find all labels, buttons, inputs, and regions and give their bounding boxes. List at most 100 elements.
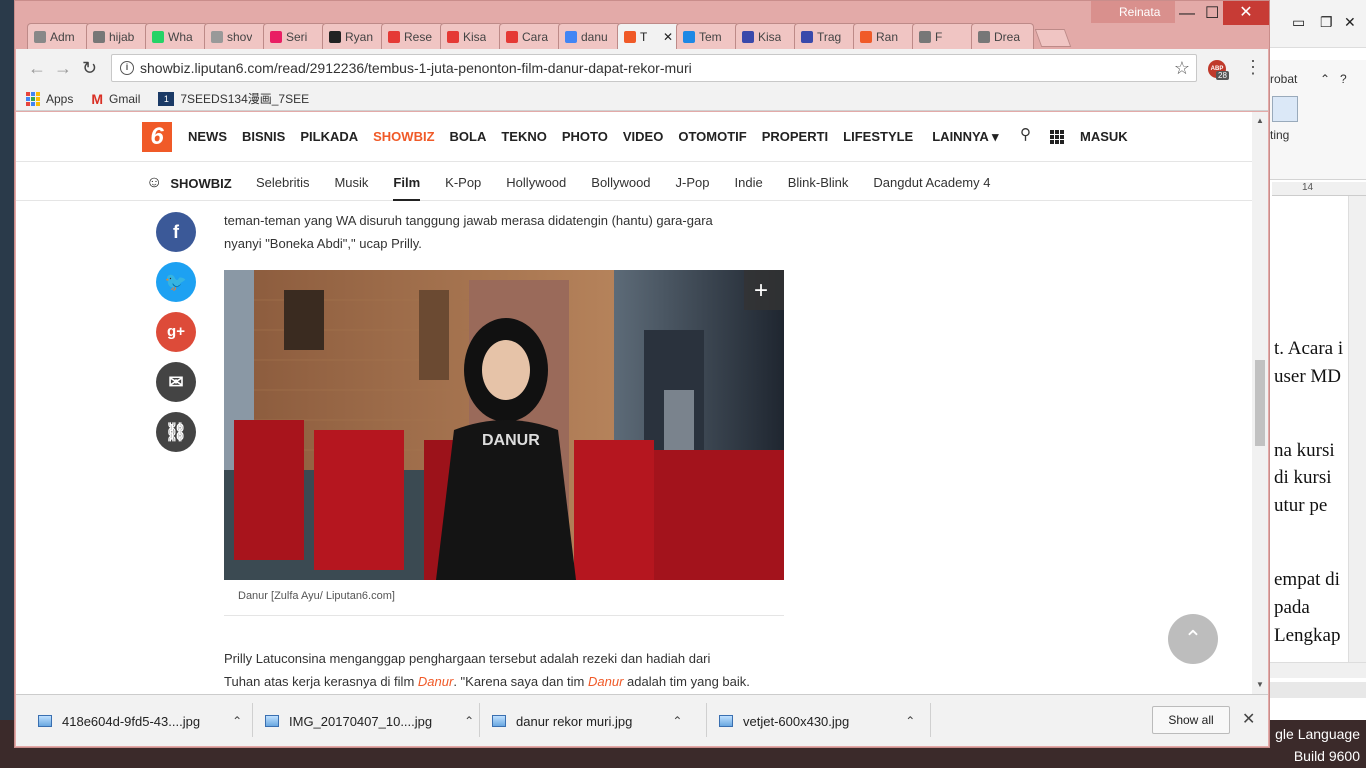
subnav-bollywood[interactable]: Bollywood (591, 175, 650, 201)
liputan6-logo[interactable]: 6 (142, 122, 172, 152)
page-scrollbar[interactable]: ▲ ▼ (1252, 112, 1268, 694)
grid-menu-icon[interactable] (1050, 130, 1064, 144)
film-title-link[interactable]: Danur (588, 674, 623, 689)
browser-tab[interactable]: Adm (27, 23, 90, 49)
article-photo[interactable]: DANUR + (224, 270, 784, 580)
nav-otomotif[interactable]: OTOMOTIF (678, 129, 746, 145)
nav-properti[interactable]: PROPERTI (762, 129, 828, 145)
subnav-indie[interactable]: Indie (735, 175, 763, 201)
show-all-button[interactable]: Show all (1152, 706, 1230, 734)
nav-news[interactable]: NEWS (188, 129, 227, 145)
browser-tab[interactable]: danu (558, 23, 621, 49)
browser-tab[interactable]: Ryan (322, 23, 385, 49)
nav-pilkada[interactable]: PILKADA (300, 129, 358, 145)
nav-showbiz[interactable]: SHOWBIZ (373, 129, 434, 145)
nav-photo[interactable]: PHOTO (562, 129, 608, 145)
share-twitter-icon[interactable]: 🐦 (156, 262, 196, 302)
expand-icon[interactable]: + (754, 277, 768, 304)
maximize-icon[interactable]: ☐ (1205, 3, 1219, 23)
chevron-up-icon[interactable]: ⌃ (905, 714, 915, 728)
tab-close-icon[interactable]: ✕ (663, 30, 673, 44)
browser-tab[interactable]: Ran (853, 23, 916, 49)
tab-favicon-icon (93, 30, 105, 43)
back-icon[interactable]: ← (28, 58, 46, 79)
chevron-up-icon[interactable]: ⌃ (464, 714, 474, 728)
browser-tab[interactable]: Kisa (440, 23, 503, 49)
browser-tab[interactable]: Seri (263, 23, 326, 49)
browser-tab[interactable]: Tem (676, 23, 739, 49)
article-text-line: Prilly Latuconsina menganggap penghargaa… (224, 651, 711, 666)
subnav-jpop[interactable]: J-Pop (676, 175, 710, 201)
help-icon[interactable]: ? (1340, 72, 1347, 86)
new-tab-button[interactable] (1034, 29, 1072, 47)
close-icon[interactable]: ✕ (1344, 14, 1356, 31)
forward-icon[interactable]: → (54, 58, 72, 79)
minimize-icon[interactable]: ▭ (1292, 14, 1305, 31)
nav-lainnya[interactable]: LAINNYA ▾ (932, 129, 998, 145)
menu-icon[interactable]: ⋮ (1244, 57, 1262, 78)
chevron-up-icon[interactable]: ⌃ (232, 714, 242, 728)
bookmark-star-icon[interactable]: ☆ (1174, 55, 1190, 81)
download-item[interactable]: IMG_20170407_10....jpg ⌃ (265, 707, 474, 735)
bookmark-7seeds[interactable]: 1 7SEEDS134漫画_7SEE (158, 90, 309, 107)
browser-tab[interactable]: Trag (794, 23, 857, 49)
subnav-film[interactable]: Film (393, 175, 421, 201)
download-item[interactable]: vetjet-600x430.jpg ⌃ (719, 707, 915, 735)
browser-tab[interactable]: Drea (971, 23, 1034, 49)
address-bar[interactable]: i showbiz.liputan6.com/read/2912236/temb… (111, 54, 1197, 82)
subnav-musik[interactable]: Musik (334, 175, 368, 201)
nav-video[interactable]: VIDEO (623, 129, 663, 145)
browser-tab[interactable]: Cara (499, 23, 562, 49)
chevron-up-icon[interactable]: ⌃ (1320, 72, 1330, 86)
browser-tab[interactable]: F (912, 23, 975, 49)
bookmark-apps[interactable]: Apps (26, 91, 73, 106)
subnav-dangdut-academy[interactable]: Dangdut Academy 4 (873, 175, 990, 201)
bookmarks-bar: Apps M Gmail 1 7SEEDS134漫画_7SEE (16, 87, 1268, 111)
section-title[interactable]: ☺ SHOWBIZ (146, 174, 232, 192)
share-link-icon[interactable]: ⛓ (156, 412, 196, 452)
browser-tab[interactable]: Kisa (735, 23, 798, 49)
browser-tab[interactable]: Wha (145, 23, 208, 49)
minimize-icon[interactable]: — (1179, 5, 1195, 23)
scrollbar-thumb[interactable] (1255, 360, 1265, 446)
film-title-link[interactable]: Danur (418, 674, 453, 689)
browser-tab[interactable]: Rese (381, 23, 444, 49)
close-icon[interactable]: ✕ (1223, 1, 1269, 25)
word-vertical-scrollbar[interactable] (1348, 196, 1366, 666)
scroll-down-arrow-icon[interactable]: ▼ (1256, 680, 1264, 689)
desktop-watermark-line: Build 9600 (1293, 748, 1360, 764)
nav-bisnis[interactable]: BISNIS (242, 129, 285, 145)
download-filename: danur rekor muri.jpg (516, 713, 633, 729)
nav-lifestyle[interactable]: LIFESTYLE (843, 129, 913, 145)
download-item[interactable]: danur rekor muri.jpg ⌃ (492, 707, 682, 735)
search-icon[interactable]: ⚲ (1020, 125, 1031, 143)
word-ribbon: robat ⌃ ? ting (1268, 60, 1366, 180)
doc-line: empat di (1274, 569, 1340, 590)
subnav-hollywood[interactable]: Hollywood (506, 175, 566, 201)
profile-button[interactable]: Reinata (1091, 1, 1175, 23)
word-horizontal-scrollbar[interactable] (1268, 662, 1366, 678)
bookmark-gmail[interactable]: M Gmail (91, 91, 140, 107)
download-item[interactable]: 418e604d-9fd5-43....jpg ⌃ (38, 707, 242, 735)
subnav-selebritis[interactable]: Selebritis (256, 175, 309, 201)
nav-tekno[interactable]: TEKNO (501, 129, 547, 145)
browser-tab[interactable]: T ✕ (617, 23, 680, 49)
browser-tab[interactable]: hijab (86, 23, 149, 49)
restore-icon[interactable]: ❐ (1320, 14, 1333, 31)
close-icon[interactable]: ✕ (1242, 709, 1255, 729)
subnav-blink-blink[interactable]: Blink-Blink (788, 175, 849, 201)
chevron-up-icon[interactable]: ⌃ (672, 714, 682, 728)
scroll-to-top-button[interactable]: ⌃ (1168, 614, 1218, 664)
share-facebook-icon[interactable]: f (156, 212, 196, 252)
scroll-up-arrow-icon[interactable]: ▲ (1256, 116, 1264, 125)
browser-tab[interactable]: shov (204, 23, 267, 49)
reload-icon[interactable]: ↻ (82, 58, 97, 79)
login-link[interactable]: MASUK (1080, 129, 1128, 144)
share-email-icon[interactable]: ✉ (156, 362, 196, 402)
nav-bola[interactable]: BOLA (450, 129, 487, 145)
subnav-kpop[interactable]: K-Pop (445, 175, 481, 201)
info-icon[interactable]: i (120, 61, 134, 75)
share-googleplus-icon[interactable]: g+ (156, 312, 196, 352)
tab-favicon-icon (919, 30, 931, 43)
ribbon-button-icon[interactable] (1272, 96, 1298, 122)
